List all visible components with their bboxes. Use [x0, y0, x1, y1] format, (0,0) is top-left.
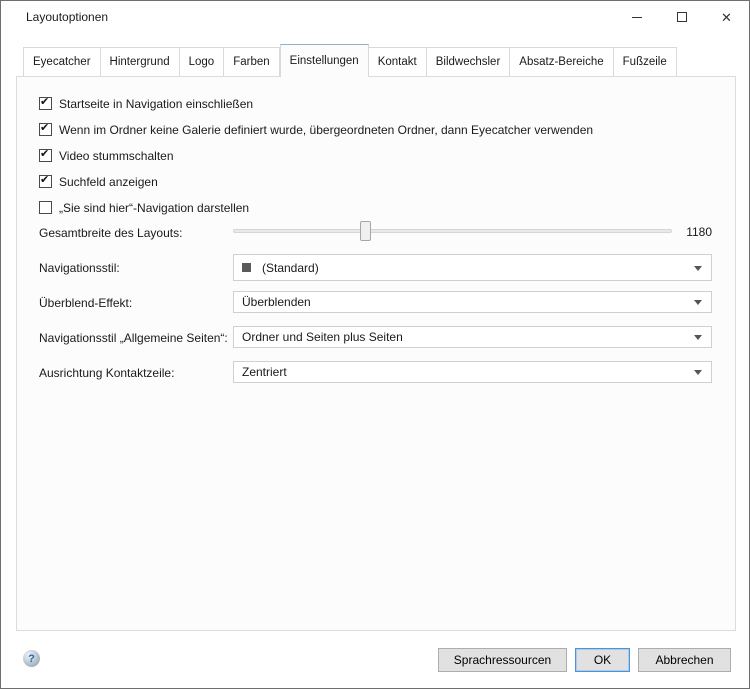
- minimize-icon: [632, 17, 642, 18]
- dropdown-value: Ordner und Seiten plus Seiten: [242, 330, 403, 344]
- ueberblend-effekt-label: Überblend-Effekt:: [39, 296, 132, 310]
- chevron-down-icon: [694, 300, 702, 305]
- window-title: Layoutoptionen: [26, 10, 108, 24]
- checkbox-label: Suchfeld anzeigen: [59, 175, 158, 189]
- gesamtbreite-slider-track[interactable]: [233, 229, 672, 233]
- gesamtbreite-label: Gesamtbreite des Layouts:: [39, 226, 182, 240]
- checkbox-row-galerie-eyecatcher: Wenn im Ordner keine Galerie definiert w…: [39, 123, 593, 137]
- tab-farben[interactable]: Farben: [224, 47, 279, 77]
- gesamtbreite-value: 1180: [686, 225, 712, 239]
- caption-buttons: ✕: [614, 1, 749, 33]
- ueberblend-effekt-dropdown[interactable]: Überblenden: [233, 291, 712, 313]
- abbrechen-button[interactable]: Abbrechen: [638, 648, 731, 672]
- tab-hintergrund[interactable]: Hintergrund: [101, 47, 180, 77]
- help-icon[interactable]: ?: [23, 650, 40, 667]
- close-icon: ✕: [721, 11, 732, 24]
- navigationsstil-dropdown[interactable]: (Standard): [233, 254, 712, 281]
- layoutoptionen-dialog: Layoutoptionen ✕ Eyecatcher Hintergrund …: [0, 0, 750, 689]
- galerie-eyecatcher-checkbox[interactable]: [39, 123, 52, 136]
- navigationsstil-allgemeine-seiten-dropdown[interactable]: Ordner und Seiten plus Seiten: [233, 326, 712, 348]
- sie-sind-hier-checkbox[interactable]: [39, 201, 52, 214]
- suchfeld-anzeigen-checkbox[interactable]: [39, 175, 52, 188]
- minimize-button[interactable]: [614, 1, 659, 33]
- tab-fusszeile[interactable]: Fußzeile: [614, 47, 677, 77]
- titlebar: Layoutoptionen ✕: [1, 1, 749, 33]
- maximize-icon: [677, 12, 687, 22]
- chevron-down-icon: [694, 266, 702, 271]
- checkbox-row-startseite: Startseite in Navigation einschließen: [39, 97, 253, 111]
- footer-buttons: Sprachressourcen OK Abbrechen: [438, 648, 731, 672]
- tab-bildwechsler[interactable]: Bildwechsler: [427, 47, 511, 77]
- tab-logo[interactable]: Logo: [180, 47, 225, 77]
- tab-strip: Eyecatcher Hintergrund Logo Farben Einst…: [23, 44, 677, 77]
- tab-absatz-bereiche[interactable]: Absatz-Bereiche: [510, 47, 613, 77]
- ausrichtung-kontaktzeile-dropdown[interactable]: Zentriert: [233, 361, 712, 383]
- ausrichtung-kontaktzeile-label: Ausrichtung Kontaktzeile:: [39, 366, 174, 380]
- maximize-button[interactable]: [659, 1, 704, 33]
- tab-einstellungen[interactable]: Einstellungen: [280, 44, 369, 77]
- dropdown-value: Zentriert: [242, 365, 287, 379]
- checkbox-row-suchfeld: Suchfeld anzeigen: [39, 175, 158, 189]
- tab-eyecatcher[interactable]: Eyecatcher: [23, 47, 101, 77]
- sprachressourcen-button[interactable]: Sprachressourcen: [438, 648, 567, 672]
- checkbox-label: Wenn im Ordner keine Galerie definiert w…: [59, 123, 593, 137]
- checkbox-label: Video stummschalten: [59, 149, 174, 163]
- ok-button[interactable]: OK: [575, 648, 630, 672]
- checkbox-label: Startseite in Navigation einschließen: [59, 97, 253, 111]
- chevron-down-icon: [694, 370, 702, 375]
- checkbox-row-sie-sind-hier: „Sie sind hier“-Navigation darstellen: [39, 201, 249, 215]
- video-stummschalten-checkbox[interactable]: [39, 149, 52, 162]
- checkbox-label: „Sie sind hier“-Navigation darstellen: [59, 201, 249, 215]
- checkbox-row-video-stumm: Video stummschalten: [39, 149, 174, 163]
- navigationsstil-label: Navigationsstil:: [39, 261, 120, 275]
- dropdown-value: Überblenden: [242, 295, 311, 309]
- gesamtbreite-slider-thumb[interactable]: [360, 221, 371, 241]
- chevron-down-icon: [694, 335, 702, 340]
- dropdown-value: (Standard): [262, 261, 319, 275]
- startseite-checkbox[interactable]: [39, 97, 52, 110]
- einstellungen-panel: Startseite in Navigation einschließen We…: [16, 76, 736, 631]
- close-button[interactable]: ✕: [704, 1, 749, 33]
- tab-kontakt[interactable]: Kontakt: [369, 47, 427, 77]
- navigationsstil-allgemeine-seiten-label: Navigationsstil „Allgemeine Seiten“:: [39, 331, 228, 345]
- style-swatch-icon: [242, 263, 251, 272]
